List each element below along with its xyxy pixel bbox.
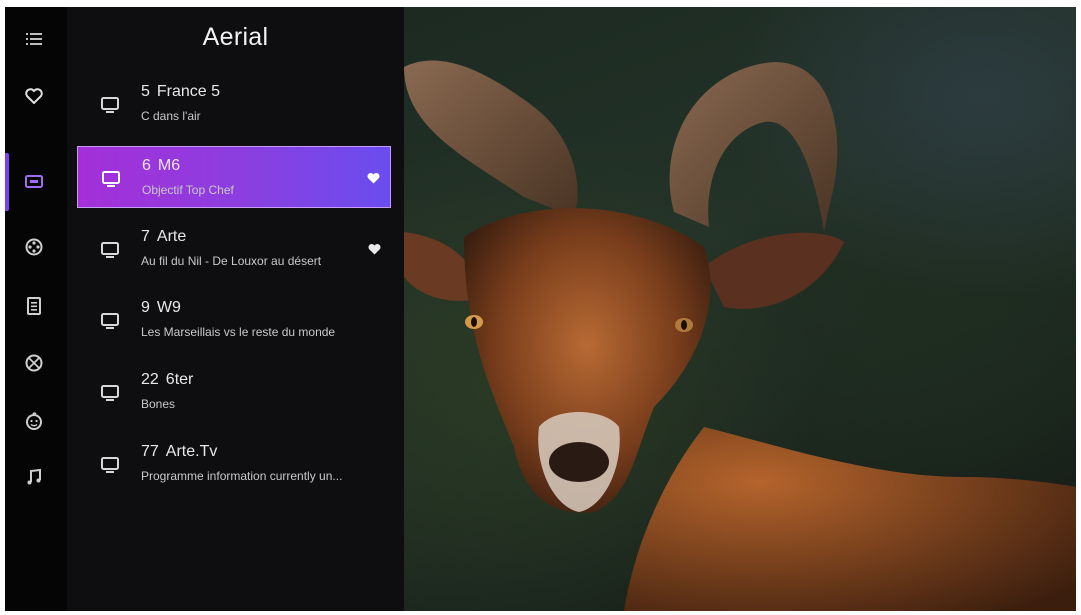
- menu-icon[interactable]: [19, 24, 49, 54]
- channel-item[interactable]: 9 W9 Les Marseillais vs le reste du monde: [77, 289, 391, 351]
- rail-active-indicator: [5, 153, 9, 211]
- channel-name: 5 France 5: [141, 83, 220, 101]
- channel-list-panel: Aerial 5 France 5 C dans l'air 6 M6 Object…: [67, 7, 404, 611]
- tv-icon: [101, 457, 119, 473]
- channel-item[interactable]: 5 France 5 C dans l'air: [77, 73, 391, 135]
- tv-icon: [101, 242, 119, 258]
- programme-title: Objectif Top Chef: [142, 183, 234, 197]
- programme-title: Bones: [141, 397, 176, 411]
- channel-item[interactable]: 77 Arte.Tv Programme information currentl…: [77, 433, 391, 495]
- favorite-heart-icon: [367, 172, 380, 184]
- channel-number: 5: [141, 83, 150, 100]
- channel-label: W9: [156, 299, 181, 316]
- tv-channels-icon[interactable]: [19, 167, 49, 197]
- channel-label: Arte: [156, 228, 187, 245]
- programme-title: C dans l'air: [141, 109, 201, 123]
- channel-label: France 5: [156, 83, 221, 100]
- channel-label: Arte.Tv: [165, 443, 218, 460]
- programme-title: Au fil du Nil - De Louxor au désert: [141, 254, 322, 268]
- tv-icon: [102, 171, 120, 187]
- channel-item-selected[interactable]: 6 M6 Objectif Top Chef: [77, 146, 391, 208]
- channel-name: 9 W9: [141, 299, 181, 317]
- music-note-icon[interactable]: [19, 462, 49, 492]
- channel-name: 7 Arte: [141, 228, 186, 246]
- film-reel-icon[interactable]: [19, 232, 49, 262]
- tv-icon: [101, 97, 119, 113]
- channel-item[interactable]: 22 6ter Bones: [77, 361, 391, 423]
- kids-face-icon[interactable]: [19, 406, 49, 436]
- heart-icon[interactable]: [19, 81, 49, 111]
- channel-number: 9: [141, 299, 150, 316]
- channel-number: 22: [141, 371, 159, 388]
- tv-icon: [101, 385, 119, 401]
- icon-rail: [5, 7, 67, 611]
- document-icon[interactable]: [19, 291, 49, 321]
- favorite-heart-icon: [368, 243, 381, 255]
- channel-item[interactable]: 7 Arte Au fil du Nil - De Louxor au déser…: [77, 218, 391, 280]
- live-video-preview[interactable]: [404, 7, 1076, 611]
- programme-title: Les Marseillais vs le reste du monde: [141, 325, 336, 339]
- panel-title: Aerial: [202, 23, 269, 51]
- channel-name: 77 Arte.Tv: [141, 443, 217, 461]
- programme-title: Programme information currently un...: [141, 469, 343, 483]
- channel-label: M6: [157, 157, 181, 174]
- channel-number: 77: [141, 443, 159, 460]
- tv-icon: [101, 313, 119, 329]
- channel-name: 22 6ter: [141, 371, 193, 389]
- channel-name: 6 M6: [142, 157, 180, 175]
- channel-number: 7: [141, 228, 150, 245]
- ibex-video-frame: [404, 60, 1076, 611]
- sports-ball-icon[interactable]: [19, 348, 49, 378]
- channel-label: 6ter: [165, 371, 194, 388]
- channel-number: 6: [142, 157, 151, 174]
- tv-screen: Aerial 5 France 5 C dans l'air 6 M6 Object…: [5, 7, 1076, 611]
